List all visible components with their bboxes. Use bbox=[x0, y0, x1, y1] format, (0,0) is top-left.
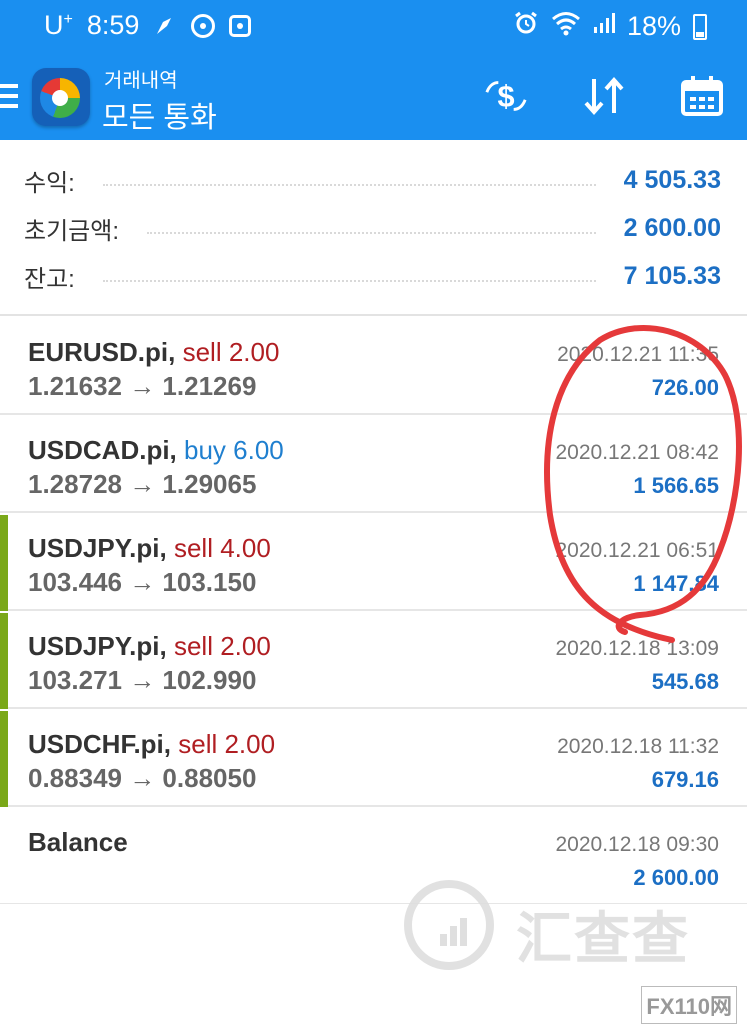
deal-symbol: EURUSD.pi, sell 2.00 bbox=[28, 337, 280, 367]
deal-direction: sell 2.00 bbox=[178, 729, 276, 759]
pen-icon bbox=[153, 14, 177, 38]
balance-label: 잔고: bbox=[24, 265, 75, 293]
leader-dots bbox=[147, 232, 596, 234]
clock: 8:59 bbox=[86, 10, 140, 40]
deal-row[interactable]: USDJPY.pi, sell 2.00 103.271 → 102.990 2… bbox=[0, 613, 747, 709]
deal-symbol: Balance bbox=[28, 827, 128, 857]
account-summary: 수익: 4 505.33 초기금액: 2 600.00 잔고: 7 105.33 bbox=[0, 140, 747, 316]
page-title[interactable]: 모든 통화 bbox=[102, 94, 217, 136]
leader-dots bbox=[102, 184, 596, 186]
deal-prices: 103.271 → 102.990 bbox=[28, 665, 257, 695]
deposit-label: 초기금액: bbox=[24, 217, 119, 245]
deal-direction: buy 6.00 bbox=[184, 435, 284, 465]
deal-prices: 103.446 → 103.150 bbox=[28, 567, 257, 597]
carrier-label: U+ bbox=[44, 10, 73, 40]
deal-profit: 1 147.84 bbox=[633, 571, 719, 596]
deal-time: 2020.12.18 09:30 bbox=[555, 833, 720, 856]
deal-profit: 679.16 bbox=[651, 767, 719, 792]
deal-symbol: USDCAD.pi, buy 6.00 bbox=[28, 435, 284, 465]
leader-dots bbox=[102, 280, 596, 282]
deal-symbol: USDJPY.pi, sell 2.00 bbox=[28, 631, 271, 661]
deal-profit: 545.68 bbox=[651, 669, 719, 694]
currency-exchange-icon[interactable]: $ bbox=[483, 74, 529, 118]
deal-profit: 1 566.65 bbox=[633, 473, 719, 498]
deal-row[interactable]: EURUSD.pi, sell 2.00 1.21632 → 1.21269 2… bbox=[0, 319, 747, 415]
deal-time: 2020.12.21 06:51 bbox=[555, 539, 720, 562]
deal-time: 2020.12.18 11:32 bbox=[557, 735, 719, 758]
profit-value: 4 505.33 bbox=[623, 165, 721, 194]
app-logo bbox=[32, 68, 90, 126]
deal-direction: sell 4.00 bbox=[173, 533, 271, 563]
status-left: U+ 8:59 bbox=[44, 10, 252, 41]
menu-icon[interactable] bbox=[0, 84, 20, 108]
toolbar-actions: $ bbox=[483, 74, 725, 118]
app-bar: 거래내역 모든 통화 $ bbox=[0, 56, 747, 140]
battery-icon bbox=[693, 13, 707, 40]
deal-prices: 1.21632 → 1.21269 bbox=[28, 371, 257, 401]
deal-indicator-bar bbox=[0, 613, 8, 709]
deal-prices: 1.28728 → 1.29065 bbox=[28, 469, 257, 499]
alarm-icon bbox=[513, 10, 539, 43]
deal-row[interactable]: USDCAD.pi, buy 6.00 1.28728 → 1.29065 20… bbox=[0, 417, 747, 513]
summary-deposit-row: 초기금액: 2 600.00 bbox=[24, 208, 721, 248]
deal-symbol: USDJPY.pi, sell 4.00 bbox=[28, 533, 271, 563]
deal-indicator-bar bbox=[0, 711, 8, 807]
battery-level: 18% bbox=[626, 11, 681, 41]
deal-row[interactable]: USDCHF.pi, sell 2.00 0.88349 → 0.88050 2… bbox=[0, 711, 747, 807]
deal-direction: sell 2.00 bbox=[182, 337, 280, 367]
watermark-logo-icon bbox=[404, 880, 494, 970]
watermark: 汇查查 bbox=[404, 880, 734, 975]
wifi-icon bbox=[551, 10, 581, 43]
deal-direction: sell 2.00 bbox=[173, 631, 271, 661]
deal-time: 2020.12.21 11:35 bbox=[557, 343, 719, 366]
calendar-icon[interactable] bbox=[679, 74, 725, 118]
signal-icon bbox=[593, 11, 615, 42]
summary-balance-row: 잔고: 7 105.33 bbox=[24, 256, 721, 296]
balance-value: 7 105.33 bbox=[623, 261, 721, 290]
deal-indicator-bar bbox=[0, 515, 8, 611]
brand-tag: FX110网 bbox=[641, 986, 737, 1024]
deposit-value: 2 600.00 bbox=[623, 213, 721, 242]
app-notification-icon bbox=[191, 13, 216, 38]
deal-profit: 726.00 bbox=[651, 375, 719, 400]
watermark-text: 汇查查 bbox=[516, 907, 690, 970]
summary-profit-row: 수익: 4 505.33 bbox=[24, 160, 721, 200]
deal-row[interactable]: USDJPY.pi, sell 4.00 103.446 → 103.150 2… bbox=[0, 515, 747, 611]
deal-symbol: USDCHF.pi, sell 2.00 bbox=[28, 729, 276, 759]
sort-icon[interactable] bbox=[581, 74, 627, 118]
deal-time: 2020.12.18 13:09 bbox=[555, 637, 720, 660]
profit-label: 수익: bbox=[24, 169, 75, 197]
status-right: 18% bbox=[513, 10, 707, 43]
page-subtitle: 거래내역 bbox=[104, 70, 178, 92]
svg-text:$: $ bbox=[497, 80, 514, 114]
deal-prices: 0.88349 → 0.88050 bbox=[28, 763, 257, 793]
deal-time: 2020.12.21 08:42 bbox=[555, 441, 720, 464]
status-bar: U+ 8:59 18% bbox=[0, 0, 747, 56]
message-icon bbox=[229, 14, 252, 37]
